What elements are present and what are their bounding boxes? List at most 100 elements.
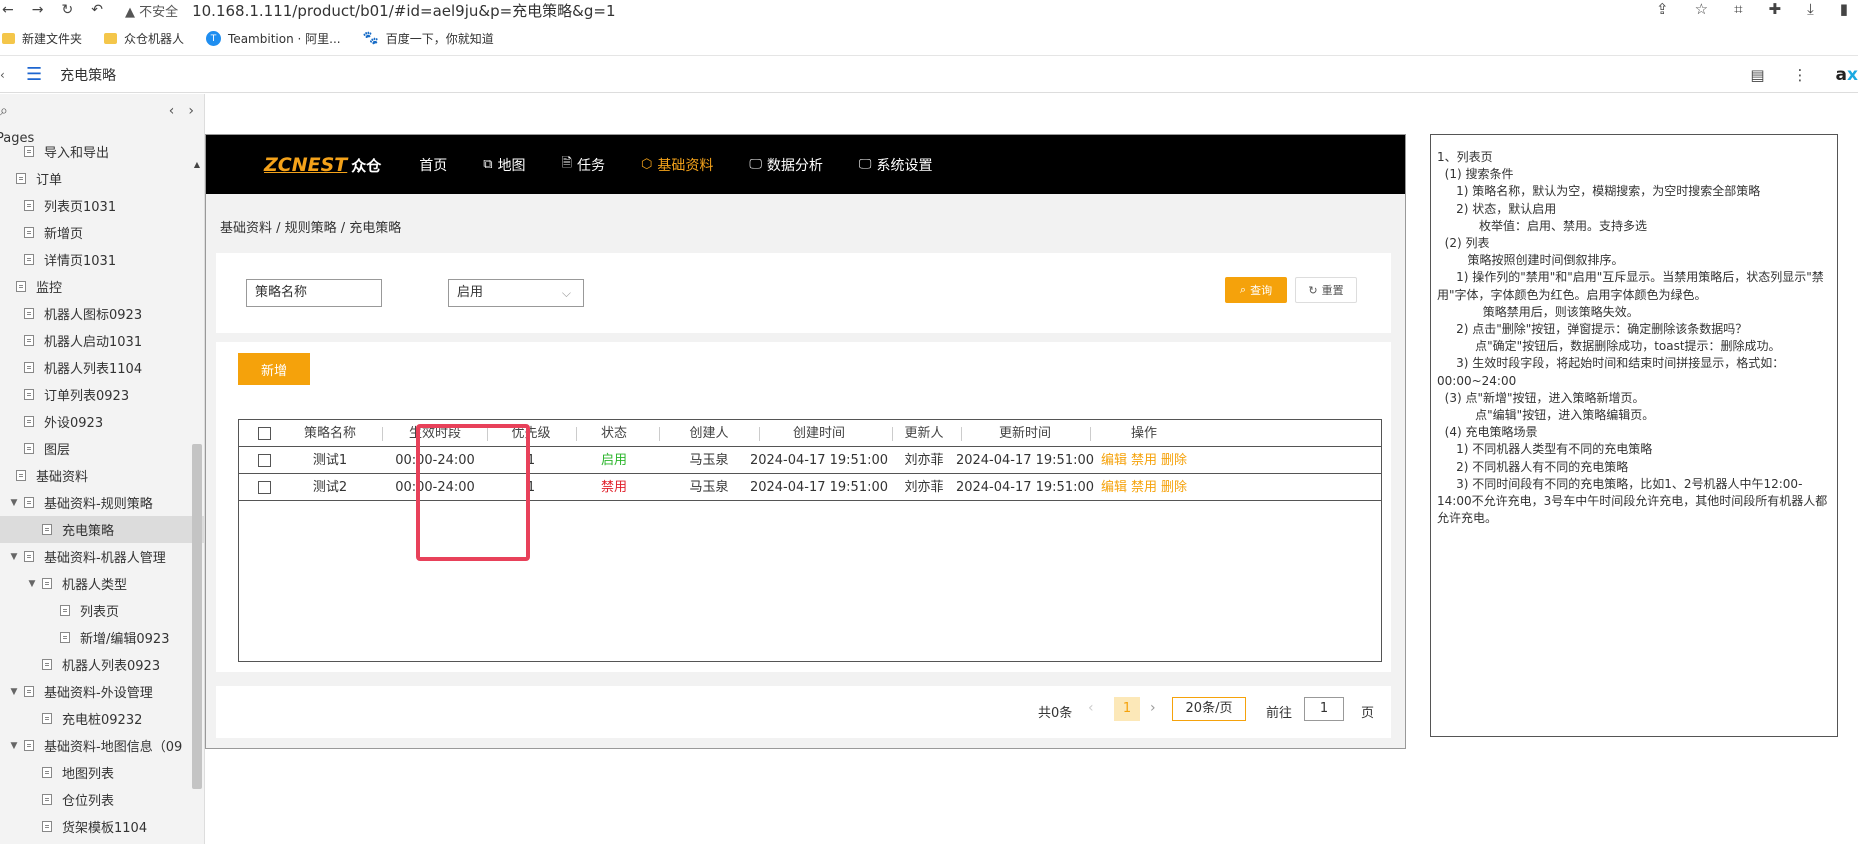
page-icon: [24, 497, 34, 508]
table-row: 测试2 00:00-24:00 1 禁用 马玉泉 2024-04-17 19:51:00 刘…: [239, 474, 1381, 501]
more-icon[interactable]: ⋮: [1793, 66, 1808, 84]
nav-item[interactable]: 🖵 系统设置: [859, 154, 933, 176]
sidebar-item[interactable]: 基础资料: [0, 462, 204, 489]
sidebar-item[interactable]: 机器人图标0923: [0, 300, 204, 327]
sidebar-item[interactable]: 充电策略: [0, 516, 204, 543]
status-select[interactable]: 启用 ⌵: [448, 279, 584, 307]
column-header: 创建人: [689, 426, 729, 441]
expand-toggle-icon[interactable]: ▼: [8, 687, 20, 697]
add-button[interactable]: 新增: [238, 353, 310, 385]
sidebar-item[interactable]: 机器人列表0923: [0, 651, 204, 678]
notes-icon[interactable]: ▤: [1750, 66, 1764, 84]
disable-link[interactable]: 禁用: [1131, 453, 1157, 468]
note-line: 点"确定"按钮后，数据删除成功，toast提示：删除成功。: [1437, 339, 1781, 354]
note-line: 策略禁用后，则该策略失效。: [1437, 304, 1639, 319]
expand-toggle-icon[interactable]: ▼: [26, 579, 38, 589]
sidebar-item[interactable]: 列表页: [0, 597, 204, 624]
sidebar-item[interactable]: ▼ 机器人类型: [0, 570, 204, 597]
brand-cn: 众仓: [351, 156, 382, 175]
pagination: 共0条 ‹ 1 › 20条/页 前往 1 页: [216, 686, 1391, 738]
sidebar-item-label: 充电桩09232: [62, 713, 143, 728]
sidebar-item[interactable]: ▼ 基础资料-机器人管理: [0, 543, 204, 570]
sidepanel-icon[interactable]: ▮: [1840, 0, 1848, 18]
share-icon[interactable]: ⇪: [1656, 0, 1669, 18]
sitemap-icon: ⧉: [483, 157, 493, 172]
page-icon: [24, 443, 34, 454]
sidebar-item[interactable]: ▼ 基础资料-外设管理: [0, 678, 204, 705]
search-icon[interactable]: ⌕: [0, 103, 8, 119]
disable-link[interactable]: 禁用: [1131, 480, 1157, 495]
nav-item[interactable]: ⧉ 地图: [483, 154, 525, 176]
nav-item[interactable]: 🗎 任务: [562, 154, 605, 176]
sidebar-item[interactable]: 详情页1031: [0, 246, 204, 273]
extension-icon[interactable]: ✚: [1769, 0, 1782, 18]
prev-page-icon[interactable]: ‹: [169, 103, 175, 119]
sidebar-item[interactable]: 外设0923: [0, 408, 204, 435]
delete-link[interactable]: 删除: [1161, 480, 1187, 495]
bookmark-baidu[interactable]: 🐾 百度一下，你就知道: [363, 30, 494, 47]
folder-icon: [104, 33, 118, 44]
expand-toggle-icon[interactable]: ▼: [8, 552, 20, 562]
query-button[interactable]: ⌕ 查询: [1225, 277, 1287, 303]
note-line: 2) 状态，默认启用: [1437, 201, 1557, 216]
reset-label: 重置: [1321, 284, 1344, 297]
sidebar-item[interactable]: 导入和导出: [0, 138, 204, 165]
sidebar-scrollbar[interactable]: [192, 444, 202, 789]
sidebar-item[interactable]: ▼ 基础资料-地图信息（09: [0, 732, 204, 759]
current-page[interactable]: 1: [1114, 697, 1140, 721]
sidebar-item[interactable]: 仓位列表: [0, 786, 204, 813]
sidebar-item[interactable]: ▼ 基础资料-规则策略: [0, 489, 204, 516]
expand-toggle-icon[interactable]: ▼: [8, 498, 20, 508]
goto-page-input[interactable]: 1: [1304, 697, 1344, 721]
back-icon[interactable]: ←: [2, 2, 14, 18]
sidebar-item[interactable]: 图层: [0, 435, 204, 462]
sidebar-item[interactable]: 充电桩09232: [0, 705, 204, 732]
prev-page-icon[interactable]: ‹: [1088, 700, 1094, 716]
sidebar-item[interactable]: 新增/编辑0923: [0, 624, 204, 651]
expand-toggle-icon[interactable]: ▼: [8, 741, 20, 751]
bookmark-teambition[interactable]: T Teambition · 阿里...: [206, 30, 341, 47]
column-divider: [961, 427, 962, 441]
sidebar-item[interactable]: 新增页: [0, 219, 204, 246]
next-page-icon[interactable]: ›: [1150, 700, 1156, 716]
url-text[interactable]: 10.168.1.111/product/b01/#id=ael9ju&p=充电…: [192, 0, 615, 21]
column-divider: [382, 427, 383, 441]
brand-logo: ZCNEST 众仓: [264, 154, 381, 176]
sidebar-item[interactable]: 订单: [0, 165, 204, 192]
star-icon[interactable]: ☆: [1695, 0, 1708, 18]
edit-link[interactable]: 编辑: [1101, 480, 1127, 495]
crop-icon[interactable]: ⌗: [1734, 0, 1742, 18]
sidebar-item[interactable]: 订单列表0923: [0, 381, 204, 408]
sidebar-item-label: 机器人列表1104: [44, 362, 143, 377]
edit-link[interactable]: 编辑: [1101, 453, 1127, 468]
sidebar-item[interactable]: 地图列表: [0, 759, 204, 786]
sitemap-menu-icon[interactable]: ☰: [26, 64, 42, 85]
download-icon[interactable]: ⤓: [1807, 0, 1814, 18]
reset-button[interactable]: ↻ 重置: [1295, 277, 1357, 303]
forward-icon[interactable]: →: [32, 2, 44, 18]
collapse-left-icon[interactable]: ‹: [0, 68, 8, 82]
insecure-warning[interactable]: ▲ 不安全: [125, 1, 178, 20]
monitor-icon: 🖵: [858, 157, 872, 172]
nav-item[interactable]: ⬡ 基础资料: [641, 154, 713, 176]
nav-item[interactable]: 🖵 数据分析: [749, 154, 823, 176]
strategy-name-input[interactable]: 策略名称: [246, 279, 382, 307]
bookmark-new-folder[interactable]: 新建文件夹: [2, 30, 82, 47]
page-size-select[interactable]: 20条/页: [1172, 697, 1246, 721]
home-icon[interactable]: ↶: [91, 2, 103, 18]
select-all-checkbox[interactable]: [257, 427, 271, 440]
sidebar-item[interactable]: 机器人启动1031: [0, 327, 204, 354]
bookmark-zhongcang[interactable]: 众仓机器人: [104, 30, 184, 47]
sidebar-item-label: 详情页1031: [44, 254, 117, 269]
nav-item[interactable]: 首页: [419, 154, 447, 176]
browser-address-bar: ← → ↻ ↶ ▲ 不安全 10.168.1.111/product/b01/#…: [0, 0, 1858, 20]
breadcrumb: 基础资料 / 规则策略 / 充电策略: [220, 221, 402, 236]
axure-logo: ax: [1836, 65, 1858, 85]
sidebar-item[interactable]: 列表页1031: [0, 192, 204, 219]
next-page-icon[interactable]: ›: [188, 103, 194, 119]
sidebar-item[interactable]: 货架模板1104: [0, 813, 204, 840]
delete-link[interactable]: 删除: [1161, 453, 1187, 468]
sidebar-item[interactable]: 监控: [0, 273, 204, 300]
reload-icon[interactable]: ↻: [61, 2, 73, 18]
sidebar-item[interactable]: 机器人列表1104: [0, 354, 204, 381]
